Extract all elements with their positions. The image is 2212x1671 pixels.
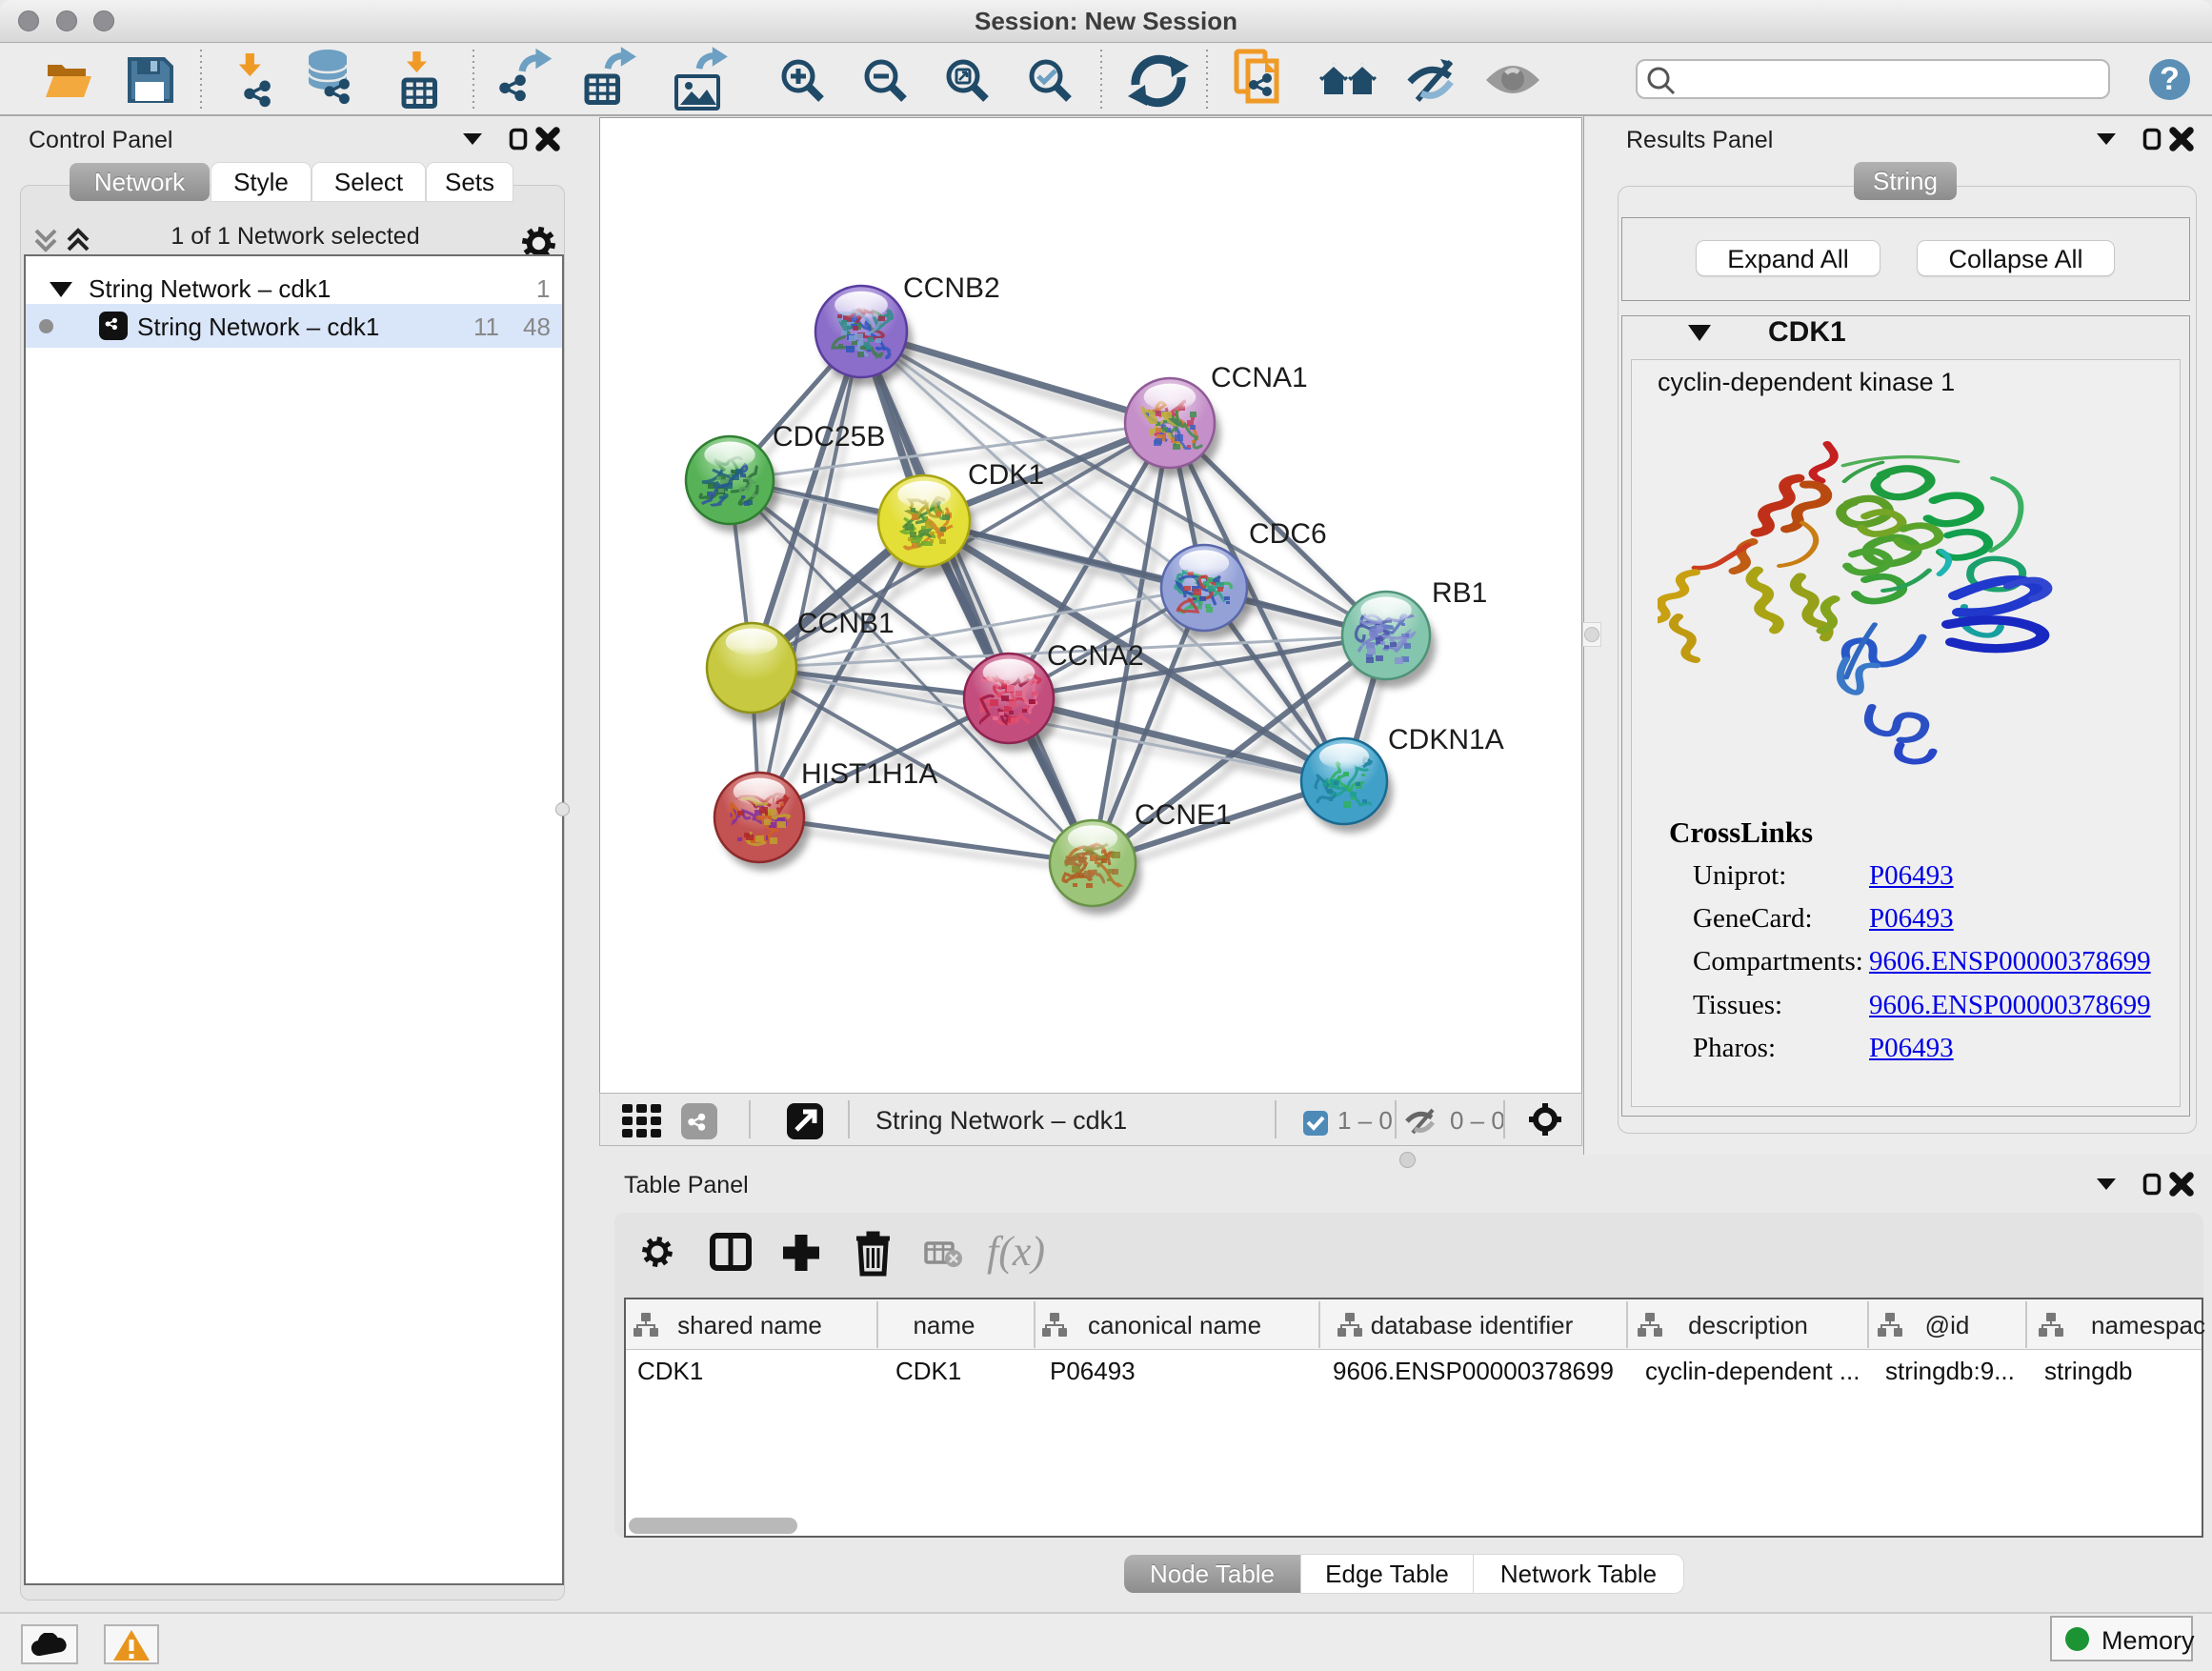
- svg-text:@id: @id: [1925, 1311, 1970, 1339]
- svg-text:shared name: shared name: [677, 1311, 822, 1339]
- svg-text:namespac: namespac: [2091, 1311, 2205, 1339]
- svg-text:description: description: [1688, 1311, 1808, 1339]
- svg-text:database identifier: database identifier: [1371, 1311, 1574, 1339]
- svg-text:canonical name: canonical name: [1088, 1311, 1261, 1339]
- svg-text:name: name: [913, 1311, 975, 1339]
